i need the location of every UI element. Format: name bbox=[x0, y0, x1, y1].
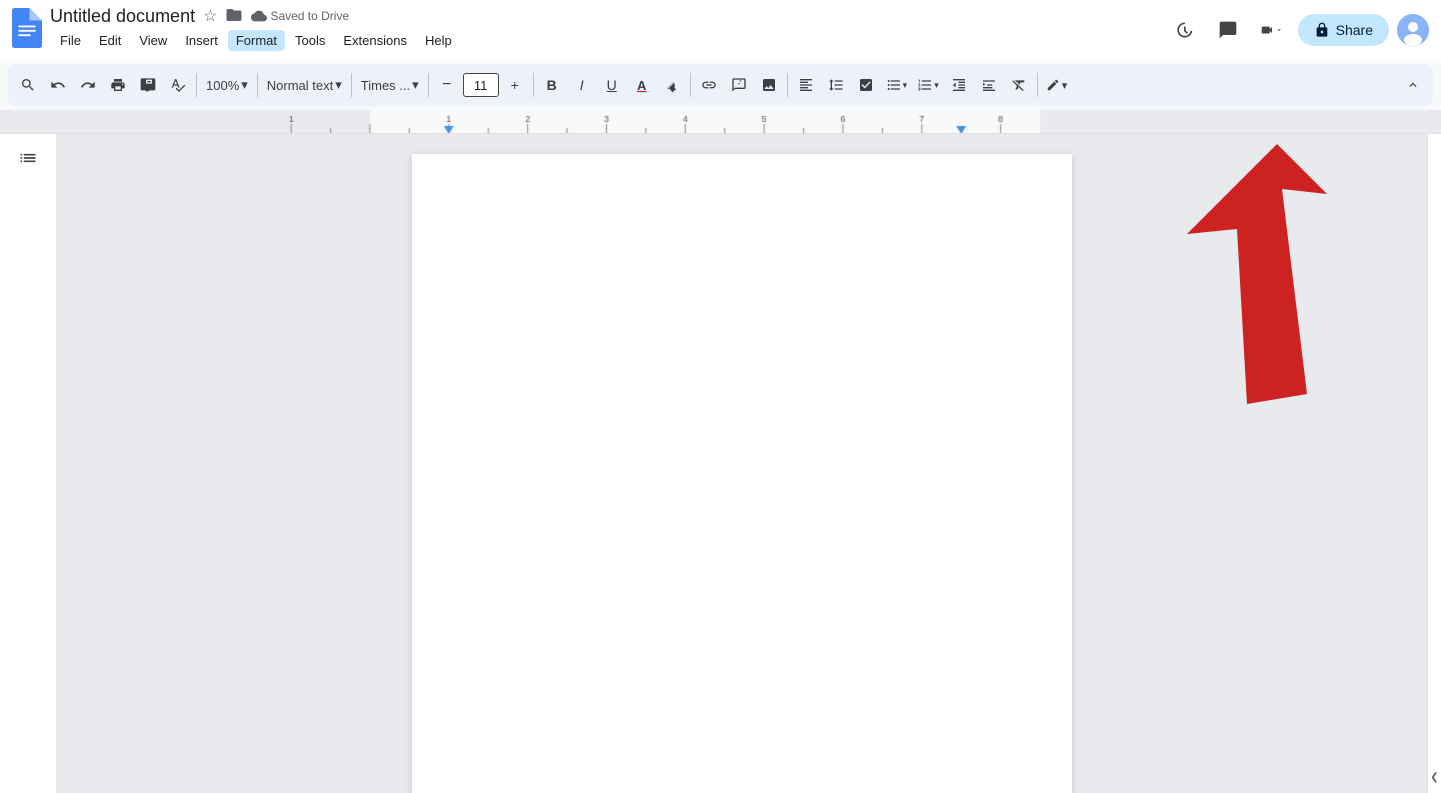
insert-link-button[interactable] bbox=[695, 70, 723, 100]
edit-mode-button[interactable]: ▾ bbox=[1042, 70, 1072, 100]
gdoc-logo bbox=[12, 8, 42, 53]
toolbar: 100% ▾ Normal text ▾ Times ... ▾ − + B I… bbox=[8, 64, 1433, 106]
menu-insert[interactable]: Insert bbox=[177, 30, 226, 51]
paint-format-button[interactable] bbox=[134, 70, 162, 100]
meet-button[interactable] bbox=[1254, 12, 1290, 48]
separator-7 bbox=[787, 73, 788, 97]
separator-1 bbox=[196, 73, 197, 97]
menu-edit[interactable]: Edit bbox=[91, 30, 129, 51]
document-title[interactable]: Untitled document bbox=[50, 6, 195, 27]
separator-4 bbox=[428, 73, 429, 97]
menu-bar: File Edit View Insert Format Tools Exten… bbox=[50, 27, 1158, 55]
numbered-list-button[interactable]: ▾ bbox=[913, 70, 943, 100]
share-button[interactable]: Share bbox=[1298, 14, 1389, 46]
search-replace-button[interactable] bbox=[14, 70, 42, 100]
titlebar: Untitled document ☆ Saved to Drive File … bbox=[0, 0, 1441, 60]
text-style-label: Normal text bbox=[267, 78, 333, 93]
bullet-list-button[interactable]: ▾ bbox=[882, 70, 912, 100]
user-avatar[interactable] bbox=[1397, 14, 1429, 46]
main-area: ❮ bbox=[0, 134, 1441, 793]
sidebar bbox=[0, 134, 56, 793]
titlebar-right: Share bbox=[1166, 12, 1429, 48]
font-selector[interactable]: Times ... ▾ bbox=[356, 71, 424, 99]
line-spacing-button[interactable] bbox=[822, 70, 850, 100]
separator-2 bbox=[257, 73, 258, 97]
text-style-selector[interactable]: Normal text ▾ bbox=[262, 71, 347, 99]
increase-indent-button[interactable] bbox=[975, 70, 1003, 100]
page-area[interactable] bbox=[56, 134, 1427, 793]
separator-3 bbox=[351, 73, 352, 97]
menu-help[interactable]: Help bbox=[417, 30, 460, 51]
menu-extensions[interactable]: Extensions bbox=[335, 30, 415, 51]
move-to-folder-icon[interactable] bbox=[225, 6, 243, 27]
saved-to-drive-text: Saved to Drive bbox=[270, 9, 349, 23]
document-page[interactable] bbox=[412, 154, 1072, 793]
bold-button[interactable]: B bbox=[538, 70, 566, 100]
undo-button[interactable] bbox=[44, 70, 72, 100]
title-section: Untitled document ☆ Saved to Drive File … bbox=[50, 6, 1158, 55]
text-color-button[interactable]: A bbox=[628, 70, 656, 100]
separator-6 bbox=[690, 73, 691, 97]
menu-format[interactable]: Format bbox=[228, 30, 285, 51]
insert-image-button[interactable] bbox=[755, 70, 783, 100]
zoom-dropdown-icon: ▾ bbox=[241, 77, 248, 93]
text-align-button[interactable] bbox=[792, 70, 820, 100]
version-history-button[interactable] bbox=[1166, 12, 1202, 48]
font-dropdown-icon: ▾ bbox=[412, 77, 419, 93]
add-comment-button[interactable] bbox=[725, 70, 753, 100]
separator-5 bbox=[533, 73, 534, 97]
spellcheck-button[interactable] bbox=[164, 70, 192, 100]
font-size-input[interactable] bbox=[463, 73, 499, 97]
print-button[interactable] bbox=[104, 70, 132, 100]
redo-button[interactable] bbox=[74, 70, 102, 100]
font-size-increase-button[interactable]: + bbox=[501, 70, 529, 100]
ruler bbox=[0, 110, 1441, 134]
menu-view[interactable]: View bbox=[131, 30, 175, 51]
italic-button[interactable]: I bbox=[568, 70, 596, 100]
separator-8 bbox=[1037, 73, 1038, 97]
doc-title-row: Untitled document ☆ Saved to Drive bbox=[50, 6, 1158, 27]
decrease-indent-button[interactable] bbox=[945, 70, 973, 100]
zoom-value: 100% bbox=[206, 78, 239, 93]
font-label: Times ... bbox=[361, 78, 410, 93]
chat-button[interactable] bbox=[1210, 12, 1246, 48]
menu-file[interactable]: File bbox=[52, 30, 89, 51]
share-label: Share bbox=[1336, 22, 1373, 38]
right-panel-collapse[interactable]: ❮ bbox=[1430, 772, 1438, 783]
highlight-button[interactable] bbox=[658, 70, 686, 100]
collapse-toolbar-button[interactable] bbox=[1399, 70, 1427, 100]
underline-button[interactable]: U bbox=[598, 70, 626, 100]
ruler-canvas bbox=[0, 110, 1441, 134]
cloud-save-icon: Saved to Drive bbox=[251, 8, 349, 24]
zoom-selector[interactable]: 100% ▾ bbox=[201, 71, 253, 99]
right-panel[interactable]: ❮ bbox=[1427, 134, 1441, 793]
star-icon[interactable]: ☆ bbox=[203, 6, 217, 26]
outline-toggle[interactable] bbox=[12, 142, 44, 179]
checklist-button[interactable] bbox=[852, 70, 880, 100]
clear-formatting-button[interactable] bbox=[1005, 70, 1033, 100]
menu-tools[interactable]: Tools bbox=[287, 30, 333, 51]
red-arrow-annotation bbox=[1097, 144, 1327, 434]
text-style-dropdown-icon: ▾ bbox=[335, 77, 342, 93]
font-size-decrease-button[interactable]: − bbox=[433, 70, 461, 100]
